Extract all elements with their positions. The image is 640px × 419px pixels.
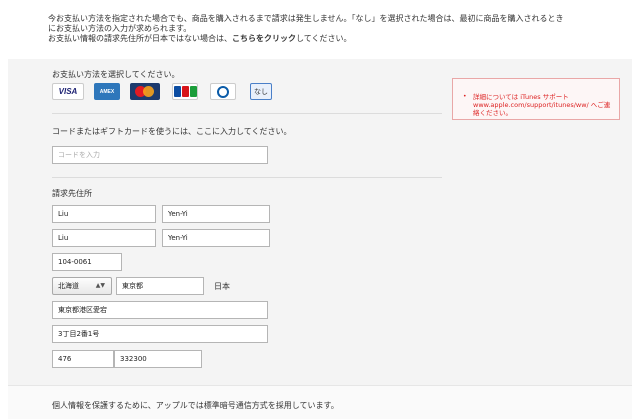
intro-line-2: にお支払い方法の入力が求められます。 (48, 24, 192, 33)
postal-code-input[interactable]: 104-0061 (52, 253, 122, 271)
footer: 個人情報を保護するために、アップルでは標準暗号通信方式を採用しています。 (8, 385, 632, 419)
last-name-input[interactable]: Yen-Yi (162, 205, 270, 223)
none-payment-option[interactable]: なし (250, 83, 272, 100)
phone-number-input[interactable]: 332300 (114, 350, 202, 368)
intro-line-3: お支払い情報の請求先住所が日本ではない場合は、こちらをクリックしてください。 (48, 34, 352, 43)
first-name-phonetic-input[interactable]: Liu (52, 229, 156, 247)
mastercard-card-option[interactable] (130, 83, 160, 100)
jcb-card-option[interactable] (172, 83, 198, 100)
first-name-input[interactable]: Liu (52, 205, 156, 223)
support-notice: • 詳細については iTunes サポート www.apple.com/supp… (452, 78, 620, 120)
divider (52, 113, 442, 114)
diners-logo-icon (217, 85, 229, 98)
diners-card-option[interactable] (210, 83, 236, 100)
country-label: 日本 (214, 282, 230, 291)
prefecture-value: 北海道 (58, 282, 79, 290)
city-input[interactable]: 東京都 (116, 277, 204, 295)
intro-text: 今お支払い方法を指定された場合でも、商品を購入されるまで請求は発生しません。「な… (48, 14, 618, 44)
phone-area-code-input[interactable]: 476 (52, 350, 114, 368)
last-name-phonetic-input[interactable]: Yen-Yi (162, 229, 270, 247)
intro-line-1: 今お支払い方法を指定された場合でも、商品を購入されるまで請求は発生しません。「な… (48, 14, 564, 23)
notice-bullet: • (463, 93, 467, 100)
gift-code-heading: コードまたはギフトカードを使うには、ここに入力してください。 (52, 127, 292, 136)
divider (52, 177, 442, 178)
notice-text: 詳細については iTunes サポート www.apple.com/suppor… (473, 93, 611, 117)
security-notice: 個人情報を保護するために、アップルでは標準暗号通信方式を採用しています。 (52, 401, 339, 410)
address-line-2-input[interactable]: 3丁目2番1号 (52, 325, 268, 343)
select-arrow-icon: ▲▼ (95, 282, 105, 289)
address-line-1-input[interactable]: 東京都港区愛宕 (52, 301, 268, 319)
prefecture-select[interactable]: 北海道 ▲▼ (52, 277, 112, 295)
amex-card-option[interactable]: AMEX (94, 83, 120, 100)
billing-address-heading: 請求先住所 (52, 189, 92, 198)
payment-method-heading: お支払い方法を選択してください。 (52, 70, 180, 79)
click-here-link[interactable]: こちらをクリック (232, 34, 296, 43)
visa-card-option[interactable]: VISA (52, 83, 84, 100)
gift-code-input[interactable]: コードを入力 (52, 146, 268, 164)
